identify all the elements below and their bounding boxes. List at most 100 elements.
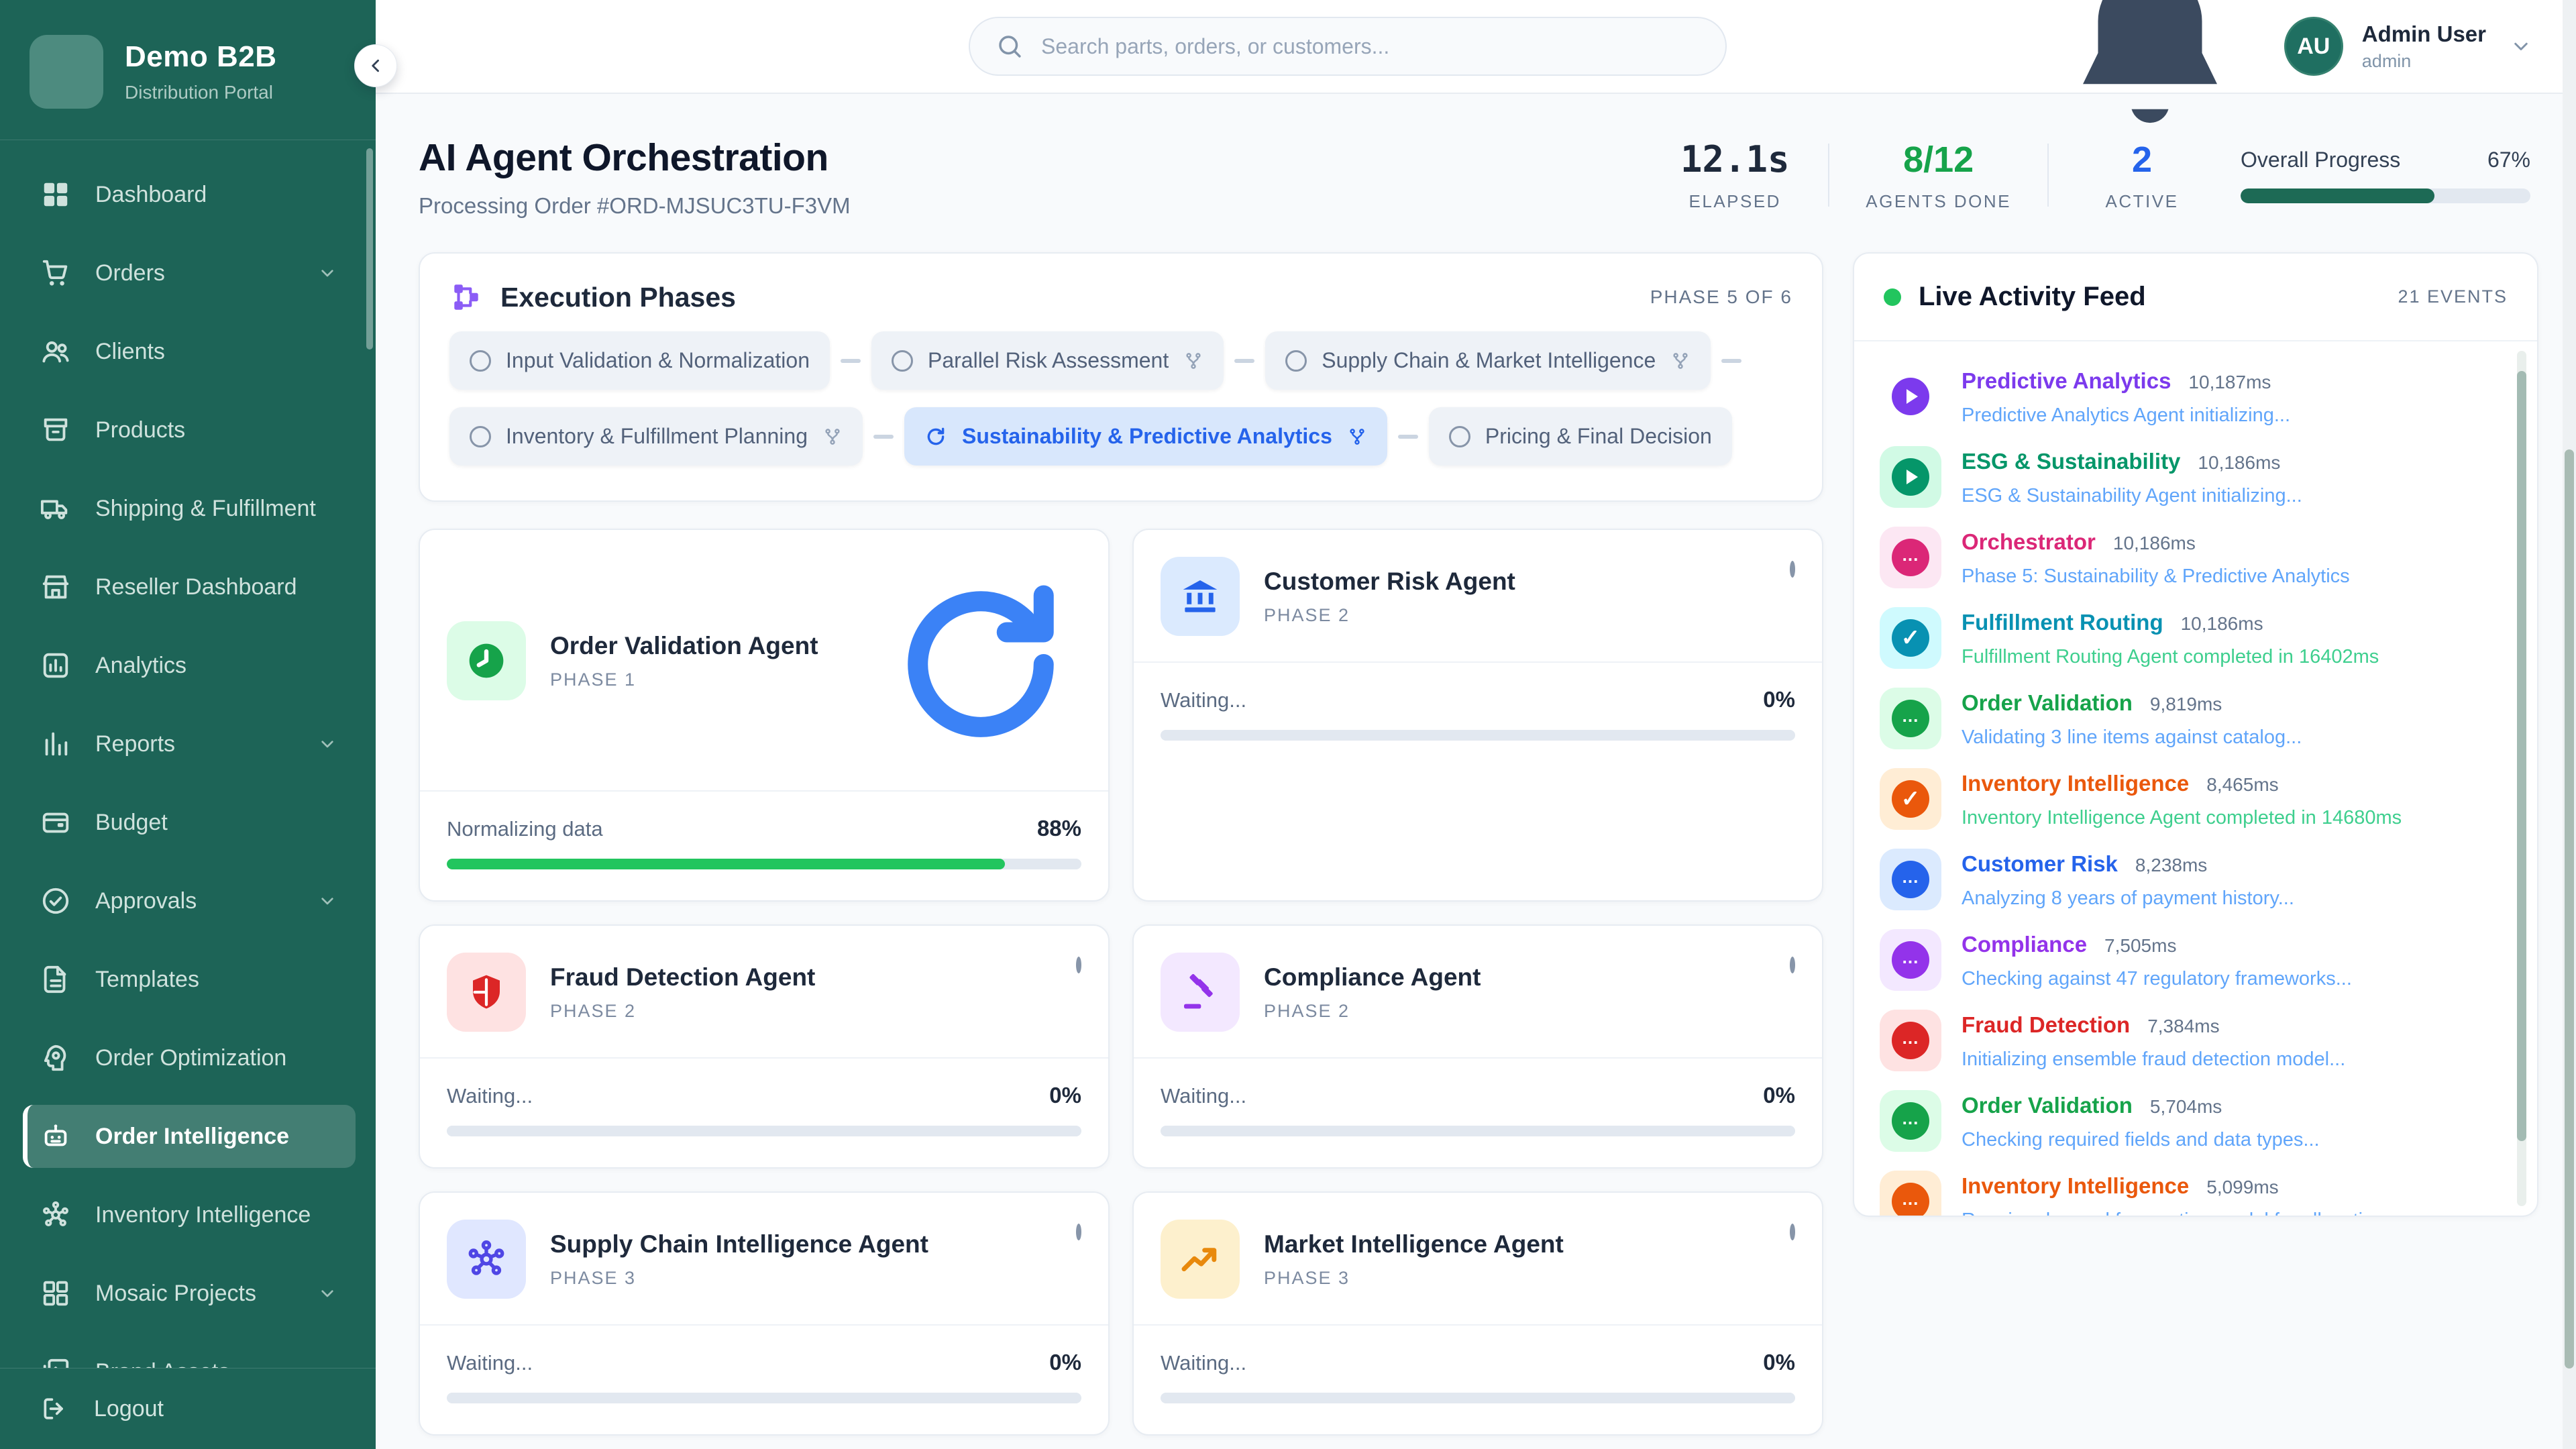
phase-chip-row: Input Validation & NormalizationParallel… bbox=[449, 331, 1792, 390]
feed-item-order-validation: ...Order Validation9,819msValidating 3 l… bbox=[1880, 688, 2493, 749]
topbar: 4 AU Admin User admin bbox=[376, 0, 2576, 94]
sidebar-item-shipping-fulfillment[interactable]: Shipping & Fulfillment bbox=[23, 477, 356, 540]
sidebar-item-logout[interactable]: Logout bbox=[0, 1368, 376, 1449]
feed-agent-name: ESG & Sustainability bbox=[1962, 449, 2180, 474]
sidebar-item-clients[interactable]: Clients bbox=[23, 320, 356, 383]
feed-item-predictive-analytics: Predictive Analytics10,187msPredictive A… bbox=[1880, 366, 2493, 427]
sidebar: Demo B2B Distribution Portal DashboardOr… bbox=[0, 0, 376, 1449]
agent-pending-circle-icon bbox=[1076, 959, 1081, 971]
agent-status-text: Normalizing data bbox=[447, 817, 603, 841]
live-dot bbox=[1884, 288, 1901, 306]
agent-card-market-intelligence-agent: Market Intelligence AgentPHASE 3Waiting.… bbox=[1132, 1191, 1823, 1436]
stats-row: 12.1s ELAPSED 8/12 AGENTS DONE 2 ACTIVE … bbox=[1678, 138, 2538, 212]
chevron-down-icon bbox=[317, 1283, 338, 1304]
agent-card-compliance-agent: Compliance AgentPHASE 2Waiting...0% bbox=[1132, 924, 1823, 1169]
sidebar-item-order-intelligence[interactable]: Order Intelligence bbox=[23, 1105, 356, 1168]
sidebar-item-label: Shipping & Fulfillment bbox=[95, 496, 316, 522]
ellipsis-icon: ... bbox=[1892, 1102, 1929, 1140]
agent-name: Supply Chain Intelligence Agent bbox=[550, 1230, 928, 1258]
search-box bbox=[969, 17, 1727, 76]
phase-chip-label: Inventory & Fulfillment Planning bbox=[506, 424, 808, 449]
agent-progress-track bbox=[1161, 1393, 1795, 1403]
search-icon bbox=[996, 32, 1024, 60]
sidebar-item-orders[interactable]: Orders bbox=[23, 241, 356, 305]
phase-connector bbox=[1234, 359, 1254, 363]
sidebar-item-inventory-intelligence[interactable]: Inventory Intelligence bbox=[23, 1183, 356, 1246]
file-icon bbox=[40, 964, 71, 995]
ellipsis-icon: ... bbox=[1892, 700, 1929, 737]
sidebar-item-products[interactable]: Products bbox=[23, 398, 356, 462]
stat-active: 2 ACTIVE bbox=[2085, 139, 2199, 212]
bank-icon bbox=[1179, 575, 1222, 618]
sidebar-item-mosaic-projects[interactable]: Mosaic Projects bbox=[23, 1262, 356, 1325]
page-scrollbar[interactable] bbox=[2563, 0, 2576, 1449]
gavel-icon bbox=[1179, 971, 1222, 1014]
ellipsis-icon: ... bbox=[1892, 941, 1929, 979]
feed-item-tile bbox=[1880, 446, 1941, 508]
branch-icon bbox=[1183, 351, 1203, 371]
sidebar-item-reports[interactable]: Reports bbox=[23, 712, 356, 775]
sidebar-collapse-button[interactable] bbox=[354, 44, 397, 87]
sidebar-item-approvals[interactable]: Approvals bbox=[23, 869, 356, 932]
sidebar-item-label: Order Optimization bbox=[95, 1045, 286, 1071]
feed-time: 10,186ms bbox=[2181, 613, 2263, 635]
chevron-down-icon bbox=[2509, 34, 2533, 58]
sidebar-item-order-optimization[interactable]: Order Optimization bbox=[23, 1026, 356, 1089]
phase-chip-row: Inventory & Fulfillment PlanningSustaina… bbox=[449, 407, 1792, 466]
sidebar-item-dashboard[interactable]: Dashboard bbox=[23, 163, 356, 226]
phase-count-badge: PHASE 5 OF 6 bbox=[1650, 286, 1792, 308]
chevron-down-icon bbox=[317, 733, 338, 755]
main-area: 4 AU Admin User admin AI Agent Orchestra… bbox=[376, 0, 2576, 1449]
agent-phase: PHASE 3 bbox=[550, 1268, 928, 1289]
ellipsis-icon: ... bbox=[1892, 539, 1929, 576]
search-input[interactable] bbox=[1041, 34, 1700, 59]
user-menu[interactable]: AU Admin User admin bbox=[2284, 17, 2533, 76]
feed-time: 10,186ms bbox=[2113, 533, 2196, 554]
agent-phase: PHASE 1 bbox=[550, 669, 818, 690]
feed-item-fulfillment-routing: ✓Fulfillment Routing10,186msFulfillment … bbox=[1880, 607, 2493, 669]
agent-running-spinner-icon bbox=[880, 564, 1081, 765]
sidebar-item-budget[interactable]: Budget bbox=[23, 791, 356, 854]
agent-status-text: Waiting... bbox=[1161, 688, 1246, 712]
branch-icon bbox=[1347, 427, 1367, 447]
sidebar-scrollbar-thumb[interactable] bbox=[366, 148, 373, 350]
feed-scrollbar[interactable] bbox=[2517, 351, 2526, 1206]
sidebar-item-brand-assets[interactable]: Brand Assets bbox=[23, 1340, 356, 1368]
sidebar-item-label: Reseller Dashboard bbox=[95, 574, 297, 600]
sidebar-item-templates[interactable]: Templates bbox=[23, 948, 356, 1011]
feed-message: Analyzing 8 years of payment history... bbox=[1962, 888, 2294, 910]
feed-item-fraud-detection: ...Fraud Detection7,384msInitializing en… bbox=[1880, 1010, 2493, 1071]
check-icon: ✓ bbox=[1892, 780, 1929, 818]
ellipsis-icon: ... bbox=[1892, 861, 1929, 898]
sidebar-item-reseller-dashboard[interactable]: Reseller Dashboard bbox=[23, 555, 356, 619]
agent-status-text: Waiting... bbox=[447, 1084, 533, 1108]
page-scrollbar-thumb[interactable] bbox=[2565, 449, 2574, 1368]
feed-item-inventory-intelligence: ...Inventory Intelligence5,099msRunning … bbox=[1880, 1171, 2493, 1216]
phase-pending-circle-icon bbox=[470, 426, 491, 447]
feed-message: Running demand forecasting model for all… bbox=[1962, 1210, 2493, 1216]
notifications-button[interactable]: 4 bbox=[2049, 0, 2251, 147]
feed-time: 5,704ms bbox=[2150, 1096, 2222, 1118]
robot-icon bbox=[40, 1121, 71, 1152]
feed-agent-name: Fraud Detection bbox=[1962, 1012, 2130, 1038]
feed-agent-name: Order Validation bbox=[1962, 1093, 2133, 1118]
sidebar-item-label: Reports bbox=[95, 731, 175, 757]
refresh-icon bbox=[880, 564, 1081, 765]
feed-events-count: 21 EVENTS bbox=[2398, 286, 2508, 307]
phase-connector bbox=[841, 359, 861, 363]
overall-progress-fill bbox=[2241, 189, 2434, 203]
feed-time: 5,099ms bbox=[2206, 1177, 2278, 1198]
overall-progress-label: Overall Progress bbox=[2241, 148, 2400, 172]
agent-name: Customer Risk Agent bbox=[1264, 568, 1515, 596]
phase-pending-circle-icon bbox=[1449, 426, 1470, 447]
feed-item-tile: ... bbox=[1880, 849, 1941, 910]
feed-item-tile: ✓ bbox=[1880, 768, 1941, 830]
phase-chip-label: Input Validation & Normalization bbox=[506, 348, 810, 373]
feed-scrollbar-thumb[interactable] bbox=[2517, 371, 2526, 1141]
chevron-left-icon bbox=[364, 54, 387, 77]
agent-status-text: Waiting... bbox=[447, 1351, 533, 1375]
feed-item-customer-risk: ...Customer Risk8,238msAnalyzing 8 years… bbox=[1880, 849, 2493, 910]
sidebar-item-analytics[interactable]: Analytics bbox=[23, 634, 356, 697]
play-icon bbox=[1892, 458, 1929, 496]
feed-time: 10,186ms bbox=[2198, 452, 2280, 474]
